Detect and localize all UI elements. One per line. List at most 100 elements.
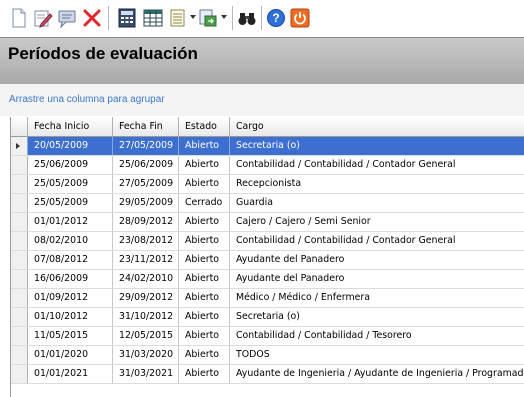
cell-fecha-fin[interactable]: 23/11/2012 bbox=[113, 251, 179, 269]
cell-cargo[interactable]: Contabilidad / Contabilidad / Contador G… bbox=[230, 156, 524, 174]
cell-fecha-inicio[interactable]: 07/08/2012 bbox=[28, 251, 113, 269]
cell-fecha-fin[interactable]: 28/09/2012 bbox=[113, 213, 179, 231]
table-row[interactable]: 25/06/2009 25/06/2009 Abierto Contabilidad … bbox=[11, 156, 524, 175]
cell-fecha-fin[interactable]: 31/10/2012 bbox=[113, 308, 179, 326]
cell-estado[interactable]: Abierto bbox=[179, 346, 230, 364]
columns-icon[interactable] bbox=[167, 7, 189, 29]
cell-fecha-inicio[interactable]: 25/05/2009 bbox=[28, 194, 113, 212]
cell-fecha-inicio[interactable]: 01/01/2020 bbox=[28, 346, 113, 364]
cell-fecha-fin[interactable]: 31/03/2021 bbox=[113, 365, 179, 383]
cell-fecha-fin[interactable]: 23/08/2012 bbox=[113, 232, 179, 250]
page-title: Períodos de evaluación bbox=[8, 44, 198, 63]
row-indicator[interactable] bbox=[11, 175, 28, 193]
row-indicator[interactable] bbox=[11, 346, 28, 364]
cell-estado[interactable]: Abierto bbox=[179, 175, 230, 193]
power-icon[interactable] bbox=[289, 7, 311, 29]
row-indicator-header bbox=[11, 117, 28, 136]
cell-fecha-fin[interactable]: 27/05/2009 bbox=[113, 175, 179, 193]
table-row[interactable]: 11/05/2015 12/05/2015 Abierto Contabilidad … bbox=[11, 327, 524, 346]
cell-fecha-inicio[interactable]: 25/05/2009 bbox=[28, 175, 113, 193]
cell-fecha-inicio[interactable]: 20/05/2009 bbox=[28, 137, 113, 155]
cell-fecha-inicio[interactable]: 08/02/2010 bbox=[28, 232, 113, 250]
row-indicator[interactable] bbox=[11, 327, 28, 345]
cell-fecha-fin[interactable]: 12/05/2015 bbox=[113, 327, 179, 345]
cell-estado[interactable]: Abierto bbox=[179, 365, 230, 383]
group-by-hint: Arrastre una columna para agrupar bbox=[9, 94, 165, 105]
cell-estado[interactable]: Abierto bbox=[179, 270, 230, 288]
help-icon[interactable]: ? bbox=[265, 7, 287, 29]
row-indicator[interactable] bbox=[11, 251, 28, 269]
cell-fecha-inicio[interactable]: 25/06/2009 bbox=[28, 156, 113, 174]
cell-estado[interactable]: Abierto bbox=[179, 213, 230, 231]
table-row[interactable]: 16/06/2009 24/02/2010 Abierto Ayudante del … bbox=[11, 270, 524, 289]
cell-fecha-inicio[interactable]: 11/05/2015 bbox=[28, 327, 113, 345]
cell-estado[interactable]: Cerrado bbox=[179, 194, 230, 212]
cell-fecha-fin[interactable]: 25/06/2009 bbox=[113, 156, 179, 174]
export-dropdown-arrow-icon[interactable] bbox=[221, 15, 227, 19]
cell-cargo[interactable]: Cajero / Cajero / Semi Senior bbox=[230, 213, 524, 231]
column-header-cargo[interactable]: Cargo bbox=[230, 117, 524, 136]
cell-estado[interactable]: Abierto bbox=[179, 308, 230, 326]
find-binoculars-icon[interactable] bbox=[236, 7, 258, 29]
cell-estado[interactable]: Abierto bbox=[179, 289, 230, 307]
column-header-fecha-inicio[interactable]: Fecha Inicio bbox=[28, 117, 113, 136]
cell-estado[interactable]: Abierto bbox=[179, 232, 230, 250]
cell-cargo[interactable]: Contabilidad / Contabilidad / Contador G… bbox=[230, 232, 524, 250]
table-row[interactable]: 01/09/2012 29/09/2012 Abierto Médico / Médi… bbox=[11, 289, 524, 308]
table-row[interactable]: 01/01/2020 31/03/2020 Abierto TODOS bbox=[11, 346, 524, 365]
column-header-estado[interactable]: Estado bbox=[179, 117, 230, 136]
cell-fecha-fin[interactable]: 31/03/2020 bbox=[113, 346, 179, 364]
row-indicator[interactable] bbox=[11, 137, 28, 155]
export-icon[interactable] bbox=[197, 7, 219, 29]
row-indicator[interactable] bbox=[11, 213, 28, 231]
new-document-icon[interactable] bbox=[8, 7, 30, 29]
cell-cargo[interactable]: Contabilidad / Contabilidad / Tesorero bbox=[230, 327, 524, 345]
delete-icon[interactable] bbox=[81, 7, 103, 29]
edit-icon[interactable] bbox=[32, 7, 54, 29]
table-row[interactable]: 25/05/2009 27/05/2009 Abierto Recepcionista bbox=[11, 175, 524, 194]
cell-cargo[interactable]: Ayudante de Ingenieria / Ayudante de Ing… bbox=[230, 365, 524, 383]
cell-fecha-fin[interactable]: 24/02/2010 bbox=[113, 270, 179, 288]
table-row[interactable]: 20/05/2009 27/05/2009 Abierto Secretaria (o… bbox=[11, 137, 524, 156]
cell-cargo[interactable]: Guardia bbox=[230, 194, 524, 212]
cell-cargo[interactable]: Ayudante del Panadero bbox=[230, 251, 524, 269]
row-indicator[interactable] bbox=[11, 365, 28, 383]
cell-fecha-inicio[interactable]: 01/09/2012 bbox=[28, 289, 113, 307]
table-row[interactable]: 08/02/2010 23/08/2012 Abierto Contabilidad … bbox=[11, 232, 524, 251]
table-row[interactable]: 01/10/2012 31/10/2012 Abierto Secretaria (o… bbox=[11, 308, 524, 327]
columns-dropdown-arrow-icon[interactable] bbox=[190, 15, 196, 19]
cell-fecha-inicio[interactable]: 01/10/2012 bbox=[28, 308, 113, 326]
cell-fecha-inicio[interactable]: 16/06/2009 bbox=[28, 270, 113, 288]
row-indicator[interactable] bbox=[11, 270, 28, 288]
row-indicator[interactable] bbox=[11, 194, 28, 212]
comment-icon[interactable] bbox=[56, 7, 78, 29]
row-indicator[interactable] bbox=[11, 289, 28, 307]
grid-layout-icon[interactable] bbox=[142, 7, 164, 29]
cell-fecha-fin[interactable]: 29/05/2009 bbox=[113, 194, 179, 212]
row-indicator[interactable] bbox=[11, 232, 28, 250]
cell-cargo[interactable]: Recepcionista bbox=[230, 175, 524, 193]
cell-fecha-fin[interactable]: 29/09/2012 bbox=[113, 289, 179, 307]
calculator-icon[interactable] bbox=[116, 7, 138, 29]
cell-cargo[interactable]: Médico / Médico / Enfermera bbox=[230, 289, 524, 307]
cell-estado[interactable]: Abierto bbox=[179, 137, 230, 155]
row-indicator[interactable] bbox=[11, 308, 28, 326]
cell-fecha-inicio[interactable]: 01/01/2021 bbox=[28, 365, 113, 383]
table-row[interactable]: 07/08/2012 23/11/2012 Abierto Ayudante del … bbox=[11, 251, 524, 270]
table-row[interactable]: 01/01/2021 31/03/2021 Abierto Ayudante de I… bbox=[11, 365, 524, 384]
cell-estado[interactable]: Abierto bbox=[179, 251, 230, 269]
toolbar-separator bbox=[232, 6, 233, 30]
row-indicator[interactable] bbox=[11, 156, 28, 174]
group-by-panel[interactable]: Arrastre una columna para agrupar bbox=[0, 84, 524, 116]
table-row[interactable]: 25/05/2009 29/05/2009 Cerrado Guardia bbox=[11, 194, 524, 213]
column-header-fecha-fin[interactable]: Fecha Fin bbox=[113, 117, 179, 136]
cell-fecha-fin[interactable]: 27/05/2009 bbox=[113, 137, 179, 155]
cell-estado[interactable]: Abierto bbox=[179, 327, 230, 345]
cell-cargo[interactable]: TODOS bbox=[230, 346, 524, 364]
cell-cargo[interactable]: Secretaria (o) bbox=[230, 137, 524, 155]
cell-fecha-inicio[interactable]: 01/01/2012 bbox=[28, 213, 113, 231]
table-row[interactable]: 01/01/2012 28/09/2012 Abierto Cajero / Caje… bbox=[11, 213, 524, 232]
cell-cargo[interactable]: Ayudante del Panadero bbox=[230, 270, 524, 288]
cell-cargo[interactable]: Secretaria (o) bbox=[230, 308, 524, 326]
cell-estado[interactable]: Abierto bbox=[179, 156, 230, 174]
